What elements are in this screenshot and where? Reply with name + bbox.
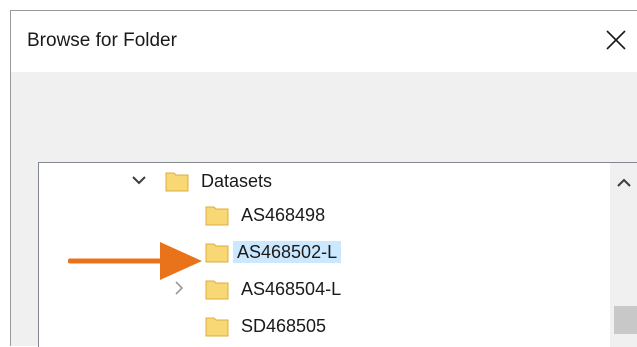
folder-icon	[205, 206, 229, 226]
tree-item-label-selected: AS468502-L	[233, 241, 342, 263]
scroll-up-icon[interactable]	[616, 175, 632, 191]
tree-item-label: Datasets	[201, 171, 273, 191]
title-bar: Browse for Folder	[11, 11, 637, 72]
close-icon	[606, 30, 626, 50]
folder-icon	[165, 172, 189, 192]
arrow-right-icon	[68, 242, 202, 280]
folder-icon	[205, 243, 229, 263]
tree-item-label: SD468505	[241, 316, 327, 336]
vertical-scrollbar[interactable]	[610, 163, 637, 347]
browse-for-folder-dialog: Browse for Folder Datasets AS468498 AS46…	[10, 10, 637, 347]
tree-item-label: AS468498	[241, 205, 326, 225]
chevron-down-icon[interactable]	[131, 172, 147, 188]
tree-item-datasets[interactable]: Datasets	[39, 163, 610, 197]
dialog-title: Browse for Folder	[27, 30, 177, 51]
tree-item-as468498[interactable]: AS468498	[39, 197, 610, 231]
tree-item-sd468505[interactable]: SD468505	[39, 308, 610, 342]
tree-item-label: AS468504-L	[241, 279, 342, 299]
folder-icon	[205, 280, 229, 300]
close-button[interactable]	[601, 25, 631, 55]
scrollbar-thumb[interactable]	[614, 306, 637, 334]
folder-icon	[205, 317, 229, 337]
